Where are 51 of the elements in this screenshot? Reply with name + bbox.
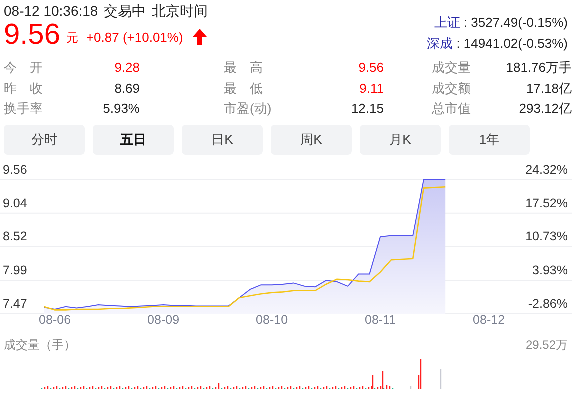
trading-status: 交易中 xyxy=(104,2,146,20)
stat-value: 12.15 xyxy=(351,100,384,118)
chart-tab[interactable]: 周K xyxy=(271,124,352,154)
datetime: 08-12 10:36:18 xyxy=(4,2,98,20)
percent-axis-label: 24.32% xyxy=(526,162,568,176)
date-axis-label: 08-09 xyxy=(148,312,180,326)
percent-axis-label: 3.93% xyxy=(532,263,568,278)
stat-label: 成交量 xyxy=(432,59,471,77)
stat-value: 17.18亿 xyxy=(526,80,572,98)
index-link[interactable]: 深成 xyxy=(427,36,454,51)
chart-tab[interactable]: 五日 xyxy=(93,124,174,154)
stat-label: 今 开 xyxy=(4,59,43,77)
stat-label: 成交额 xyxy=(432,80,471,98)
price-axis-label: 9.04 xyxy=(3,196,28,210)
chart-tab[interactable]: 日K xyxy=(182,124,263,154)
date-axis-label: 08-11 xyxy=(365,312,396,326)
index-link[interactable]: 上证 xyxy=(434,15,460,30)
stat-value: 5.93% xyxy=(103,100,140,118)
chart-tab[interactable]: 月K xyxy=(360,124,441,154)
chart-tab[interactable]: 分时 xyxy=(4,124,85,154)
stat-value: 181.76万手 xyxy=(506,59,572,77)
stat-value: 9.11 xyxy=(360,80,384,98)
stat-value: 293.12亿 xyxy=(519,100,572,118)
percent-axis-label: -2.86% xyxy=(528,296,568,310)
percent-axis-label: 10.73% xyxy=(526,229,568,244)
currency-unit: 元 xyxy=(66,30,78,46)
stat-label: 最 高 xyxy=(224,59,263,77)
date-axis-label: 08-10 xyxy=(256,312,288,326)
volume-title: 成交量（手） xyxy=(4,336,76,352)
stat-label: 最 低 xyxy=(224,80,263,98)
stat-label: 换手率 xyxy=(4,100,43,118)
chart-tab[interactable]: 1年 xyxy=(449,124,530,154)
stat-value: 8.69 xyxy=(114,80,140,98)
percent-axis-label: 17.52% xyxy=(526,196,568,210)
price: 9.56 xyxy=(4,20,60,50)
index-value: : 14941.02(-0.53%) xyxy=(456,36,568,51)
price-axis-label: 8.52 xyxy=(3,229,28,244)
stat-label: 市盈(动) xyxy=(224,100,272,118)
stat-label: 总市值 xyxy=(432,100,471,118)
stat-label: 昨 收 xyxy=(4,80,43,98)
price-axis-label: 9.56 xyxy=(3,162,28,176)
index-value: : 3527.49(-0.15%) xyxy=(464,15,568,30)
price-axis-label: 7.99 xyxy=(3,263,28,278)
stat-value: 9.28 xyxy=(114,59,140,77)
date-axis-label: 08-12 xyxy=(473,312,506,326)
price-change: +0.87 (+10.01%) xyxy=(86,30,184,44)
volume-max-label: 29.52万 xyxy=(526,336,568,352)
date-axis-label: 08-06 xyxy=(39,312,72,326)
stat-value: 9.56 xyxy=(358,59,384,77)
price-axis-label: 7.47 xyxy=(3,296,28,310)
timezone-label: 北京时间 xyxy=(152,2,208,20)
